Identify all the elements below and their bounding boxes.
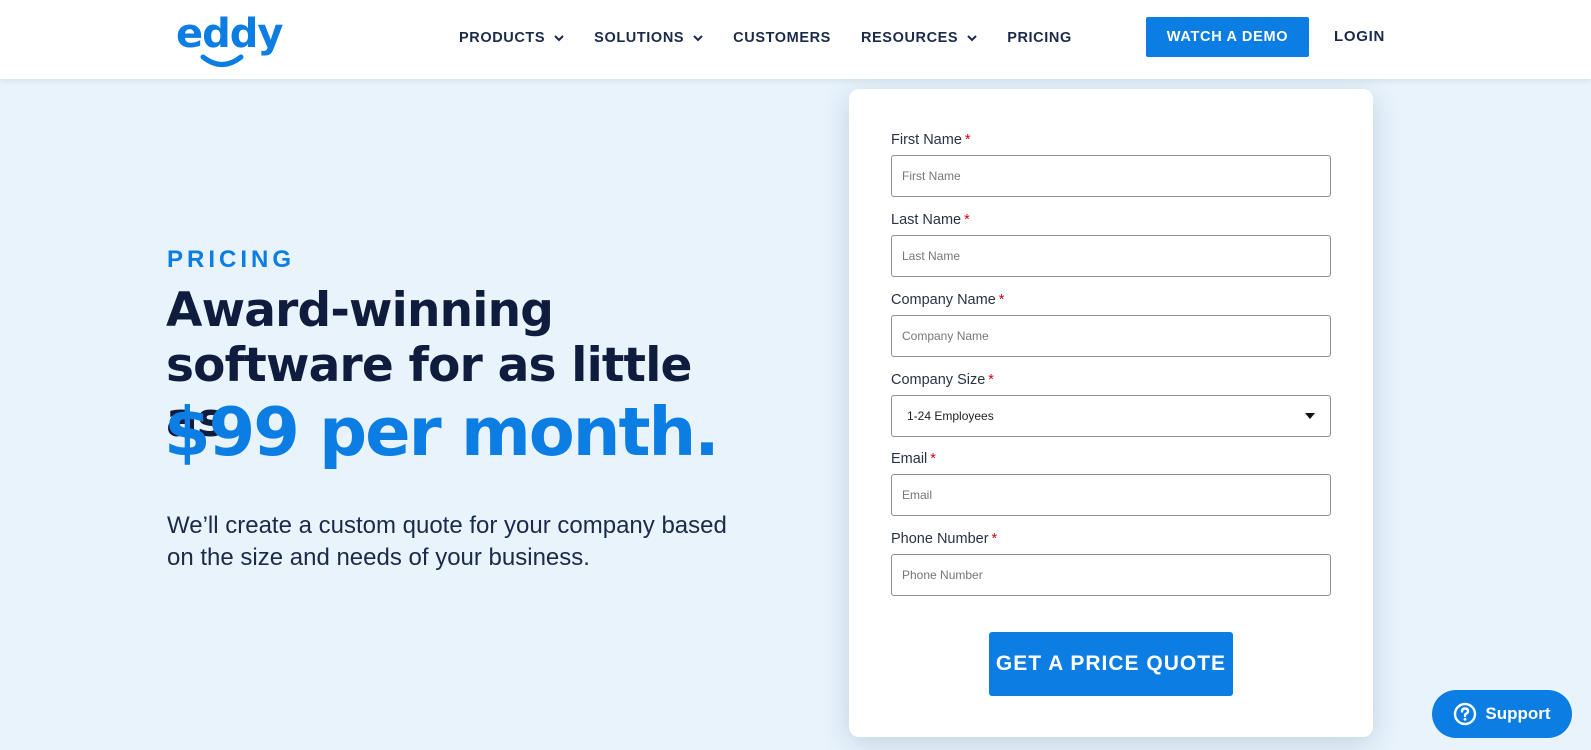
company-name-label: Company Name * <box>891 292 1331 309</box>
phone-input[interactable] <box>891 554 1331 596</box>
nav-item-pricing[interactable]: PRICING <box>1007 30 1072 46</box>
required-mark: * <box>991 531 998 547</box>
hero-subtext: We’ll create a custom quote for your com… <box>167 512 727 571</box>
company-size-select[interactable]: 1-24 Employees <box>891 395 1331 437</box>
last-name-input[interactable] <box>891 235 1331 277</box>
brand-logo[interactable]: eddy <box>176 11 283 57</box>
question-circle-icon <box>1454 702 1477 726</box>
required-mark: * <box>988 372 994 388</box>
support-label: Support <box>1485 704 1551 723</box>
smile-icon <box>200 54 244 67</box>
last-name-label: Last Name * <box>891 212 1331 229</box>
phone-label-text: Phone Number <box>891 531 989 547</box>
logo-text: eddy <box>176 11 283 57</box>
company-size-selected-value: 1-24 Employees <box>907 409 994 423</box>
nav-label-resources: RESOURCES <box>860 30 959 46</box>
required-mark: * <box>930 451 936 467</box>
first-name-label: First Name * <box>891 132 1331 149</box>
section-eyebrow: PRICING <box>167 246 296 273</box>
nav-label-solutions: SOLUTIONS <box>594 30 685 46</box>
chevron-down-icon <box>693 34 703 41</box>
email-input[interactable] <box>891 474 1331 516</box>
company-size-label: Company Size * <box>891 372 1331 389</box>
chevron-down-icon <box>967 34 977 41</box>
watch-demo-button[interactable]: WATCH A DEMO <box>1146 17 1309 57</box>
email-label-text: Email <box>891 451 928 467</box>
last-name-label-text: Last Name <box>891 212 962 228</box>
required-mark: * <box>964 132 971 148</box>
last-name-field-group: Last Name * <box>891 212 1331 277</box>
company-name-input[interactable] <box>891 315 1331 357</box>
first-name-field-group: First Name * <box>891 132 1331 197</box>
first-name-label-text: First Name <box>891 132 962 148</box>
nav-label-customers: CUSTOMERS <box>733 30 831 46</box>
main-nav: PRODUCTS SOLUTIONS CUSTOMERS RESOURCES P… <box>459 28 1102 48</box>
price-quote-form: First Name* Last Name* Company Name* Com… <box>849 89 1373 737</box>
caret-down-icon <box>1305 413 1315 419</box>
phone-label: Phone Number * <box>891 531 1331 548</box>
email-label: Email * <box>891 451 1331 468</box>
support-button[interactable]: Support <box>1432 690 1572 738</box>
phone-field-group: Phone Number * <box>891 531 1331 596</box>
company-size-field-group: Company Size * 1-24 Employees <box>891 372 1331 437</box>
nav-label-products: PRODUCTS <box>459 30 546 46</box>
company-name-field-group: Company Name * <box>891 292 1331 357</box>
chevron-down-icon <box>554 34 564 41</box>
login-link[interactable]: LOGIN <box>1334 28 1385 45</box>
first-name-input[interactable] <box>891 155 1331 197</box>
nav-label-pricing: PRICING <box>1007 30 1072 46</box>
nav-item-resources[interactable]: RESOURCES <box>861 30 977 46</box>
nav-item-solutions[interactable]: SOLUTIONS <box>594 30 703 46</box>
nav-item-customers[interactable]: CUSTOMERS <box>733 30 831 46</box>
required-mark: * <box>998 292 1005 308</box>
company-size-label-text: Company Size <box>891 372 986 388</box>
required-mark: * <box>964 212 970 228</box>
hero-price: $99 per month. <box>164 393 720 471</box>
email-field-group: Email * <box>891 451 1331 516</box>
company-name-label-text: Company Name <box>891 292 996 308</box>
site-header: eddy PRODUCTS SOLUTIONS CUSTOMERS RESOUR… <box>0 0 1591 79</box>
nav-item-products[interactable]: PRODUCTS <box>459 30 564 46</box>
get-price-quote-button[interactable]: GET A PRICE QUOTE <box>989 632 1233 696</box>
